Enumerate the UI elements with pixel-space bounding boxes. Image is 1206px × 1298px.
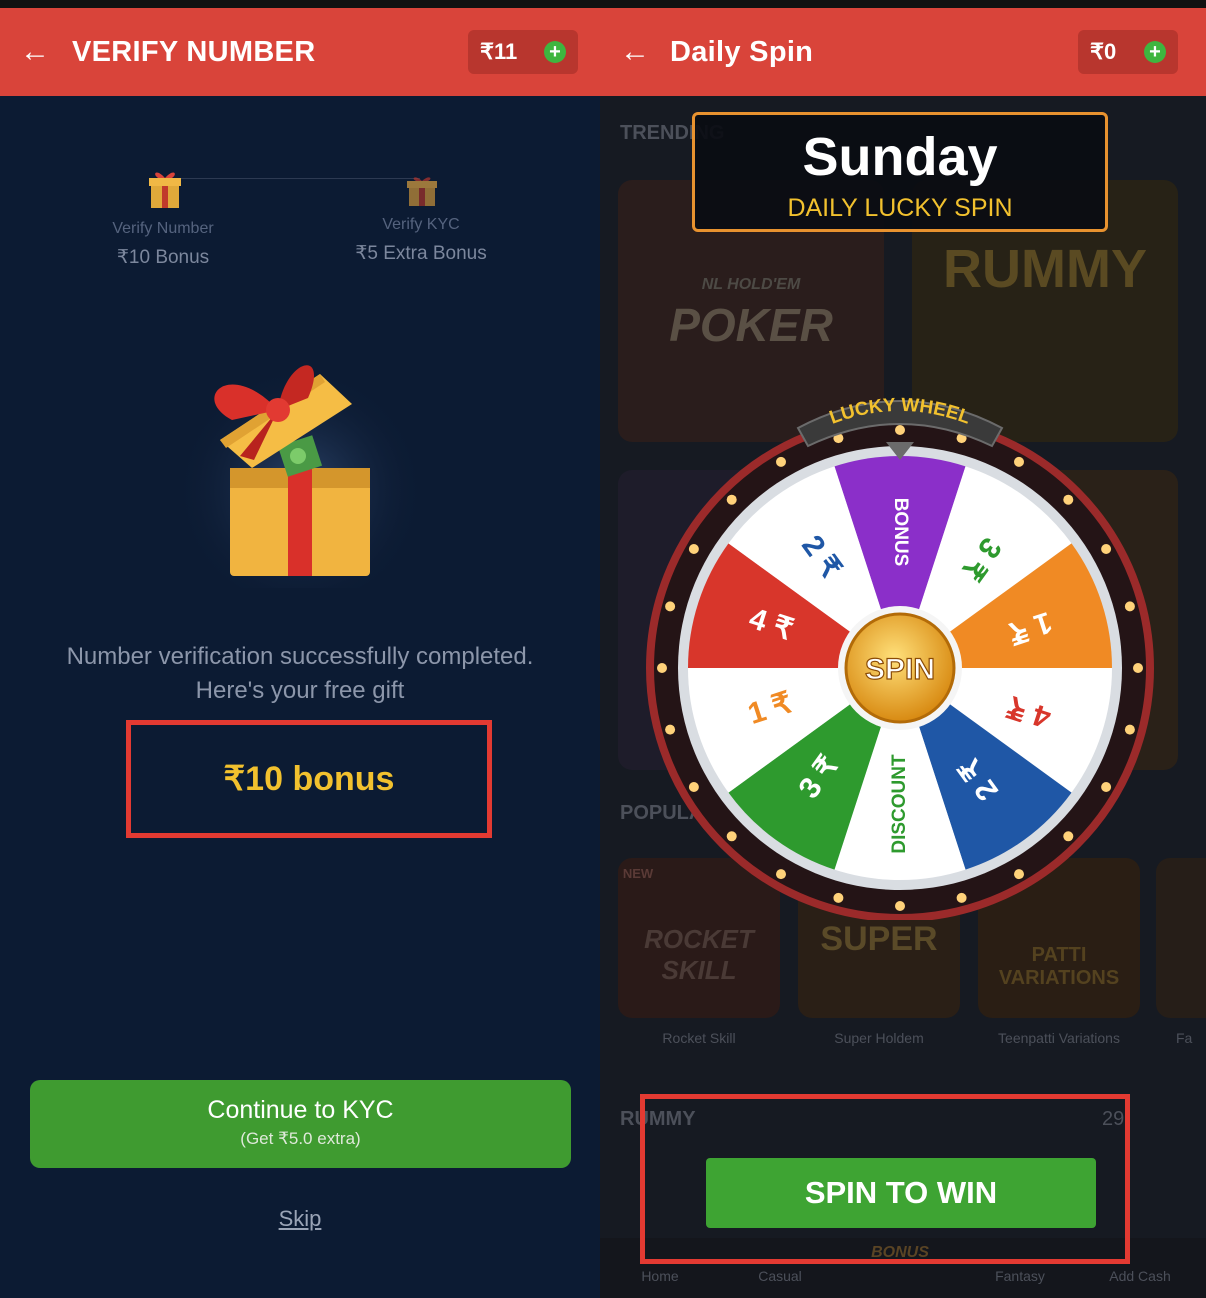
- rim-light: [1063, 494, 1074, 505]
- rim-light: [665, 724, 676, 735]
- wallet-balance[interactable]: ₹0 +: [1078, 30, 1178, 74]
- rim-light: [726, 494, 737, 505]
- spin-to-win-button[interactable]: SPIN TO WIN: [706, 1158, 1096, 1228]
- rim-light: [1014, 456, 1024, 467]
- step-bonus: ₹10 Bonus: [116, 247, 210, 268]
- wallet-amount: ₹0: [1090, 39, 1117, 64]
- rim-light: [1133, 663, 1143, 673]
- wallet-balance[interactable]: ₹11 +: [468, 30, 578, 74]
- rim-light: [657, 663, 667, 673]
- rim-light: [1101, 782, 1112, 792]
- daily-spin-screen: ← Daily Spin ₹0 + TRENDING NL HOLD'EM PO…: [600, 8, 1206, 1298]
- progress-line: [168, 178, 420, 179]
- rim-light: [1014, 869, 1024, 880]
- gift-box-illustration: [170, 328, 430, 603]
- wheel-segment-label: BONUS: [890, 498, 911, 567]
- rim-light: [665, 601, 676, 612]
- rim-light: [1101, 544, 1112, 554]
- rim-light: [895, 425, 905, 435]
- verify-number-screen: ← VERIFY NUMBER ₹11 + Verify Number ₹10 …: [0, 8, 600, 1298]
- page-title: Daily Spin: [670, 36, 814, 68]
- game-name: Teenpatti Variations: [998, 1030, 1120, 1046]
- rim-light: [1124, 724, 1135, 735]
- skip-link[interactable]: Skip: [0, 1206, 600, 1232]
- step-label: Verify Number: [112, 220, 214, 237]
- game-tile-art: PATTI VARIATIONS: [998, 944, 1120, 989]
- gift-step-icon: [148, 166, 182, 210]
- add-cash-icon[interactable]: +: [1144, 41, 1166, 63]
- rim-light: [776, 869, 786, 880]
- game-tile-art: ROCKET SKILL: [644, 924, 754, 985]
- step-bonus: ₹5 Extra Bonus: [355, 243, 487, 264]
- nav-add-cash[interactable]: Add Cash: [1090, 1268, 1190, 1284]
- wheel-segment-label: DISCOUNT: [889, 754, 910, 854]
- nav-casual[interactable]: Casual: [740, 1268, 820, 1284]
- rim-light: [1124, 601, 1135, 612]
- game-tile-art: SUPER: [820, 920, 938, 958]
- game-name: Rocket Skill: [662, 1030, 736, 1046]
- rim-light: [956, 892, 967, 903]
- back-arrow-icon[interactable]: ←: [620, 8, 650, 96]
- continue-to-kyc-button[interactable]: Continue to KYC (Get ₹5.0 extra): [30, 1080, 571, 1168]
- poker-card-title: POKER: [669, 299, 833, 351]
- rim-light: [1063, 831, 1074, 842]
- back-arrow-icon[interactable]: ←: [20, 8, 50, 96]
- poker-card-subtitle: NL HOLD'EM: [701, 276, 801, 293]
- rim-light: [726, 831, 737, 842]
- gift-step-icon: [406, 174, 438, 208]
- nav-fantasy[interactable]: Fantasy: [980, 1268, 1060, 1284]
- rim-light: [895, 901, 905, 911]
- rim-light: [688, 544, 699, 554]
- lucky-wheel[interactable]: BONUS 3 ₹1 ₹4 ₹2 ₹DISCOUNT3 ₹1 ₹4 ₹2 ₹ SP…: [640, 380, 1160, 920]
- rim-light: [688, 782, 699, 792]
- rim-light: [833, 892, 844, 903]
- rim-light: [776, 456, 786, 467]
- bonus-amount: ₹10 bonus: [223, 760, 395, 798]
- add-cash-icon[interactable]: +: [544, 41, 566, 63]
- game-tile[interactable]: [1156, 858, 1206, 1018]
- continue-sublabel: (Get ₹5.0 extra): [240, 1129, 361, 1148]
- continue-label: Continue to KYC: [207, 1096, 394, 1124]
- top-border: [0, 0, 1206, 8]
- rummy-card-title: RUMMY: [943, 239, 1147, 299]
- page-title: VERIFY NUMBER: [72, 36, 316, 68]
- verification-message: Number verification successfully complet…: [66, 643, 534, 704]
- game-name: Super Holdem: [834, 1030, 924, 1046]
- wallet-amount: ₹11: [480, 39, 518, 64]
- spin-hub-label: SPIN: [865, 653, 935, 686]
- game-name: Fa: [1176, 1030, 1193, 1046]
- nav-home[interactable]: Home: [620, 1268, 700, 1284]
- daily-lucky-spin-label: DAILY LUCKY SPIN: [787, 194, 1013, 222]
- day-label: Sunday: [802, 127, 998, 187]
- step-label: Verify KYC: [382, 216, 460, 233]
